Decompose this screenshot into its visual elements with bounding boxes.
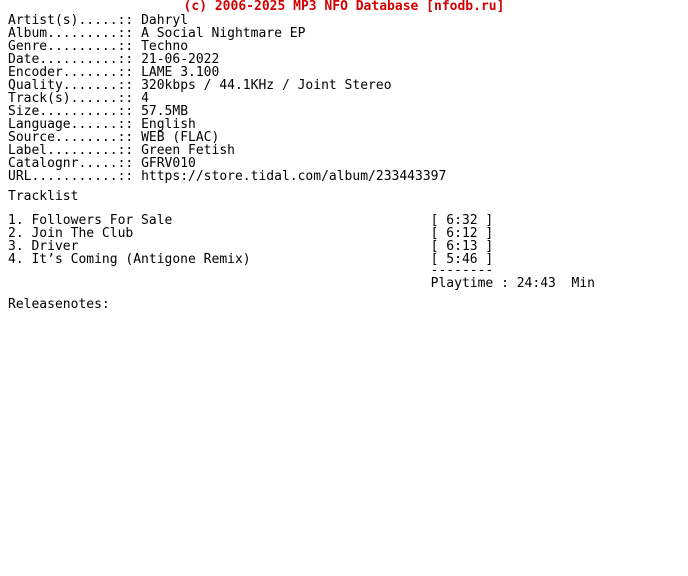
metadata-value: 320kbps / 44.1KHz / Joint Stereo [141, 78, 392, 93]
nfo-viewport: (c) 2006-2025 MP3 NFO Database [nfodb.ru… [0, 0, 688, 576]
metadata-row: URL...........:: https://store.tidal.com… [8, 170, 446, 183]
releasenotes-heading: Releasenotes: [8, 297, 110, 312]
releasenotes-section: Releasenotes: [8, 298, 110, 324]
metadata-list: Artist(s).....:: Dahryl Album.........:: … [8, 14, 446, 183]
metadata-value: https://store.tidal.com/album/233443397 [141, 169, 447, 184]
releasenotes-body [8, 311, 110, 324]
playtime-value: 24:43 [516, 276, 556, 291]
tracklist-heading: Tracklist [8, 189, 79, 204]
playtime-label: Playtime : [430, 276, 517, 291]
playtime-summary: -------- Playtime : 24:43 Min [8, 264, 595, 290]
tracklist: 1. Followers For Sale [ 6:32 ] 2. Join Th… [8, 214, 493, 266]
playtime-gap [556, 276, 572, 291]
playtime-unit: Min [571, 276, 596, 291]
playtime-row: Playtime : 24:43 Min [8, 277, 595, 290]
nfo-database-banner: (c) 2006-2025 MP3 NFO Database [nfodb.ru… [183, 0, 505, 14]
metadata-label: URL...........:: [8, 169, 142, 184]
